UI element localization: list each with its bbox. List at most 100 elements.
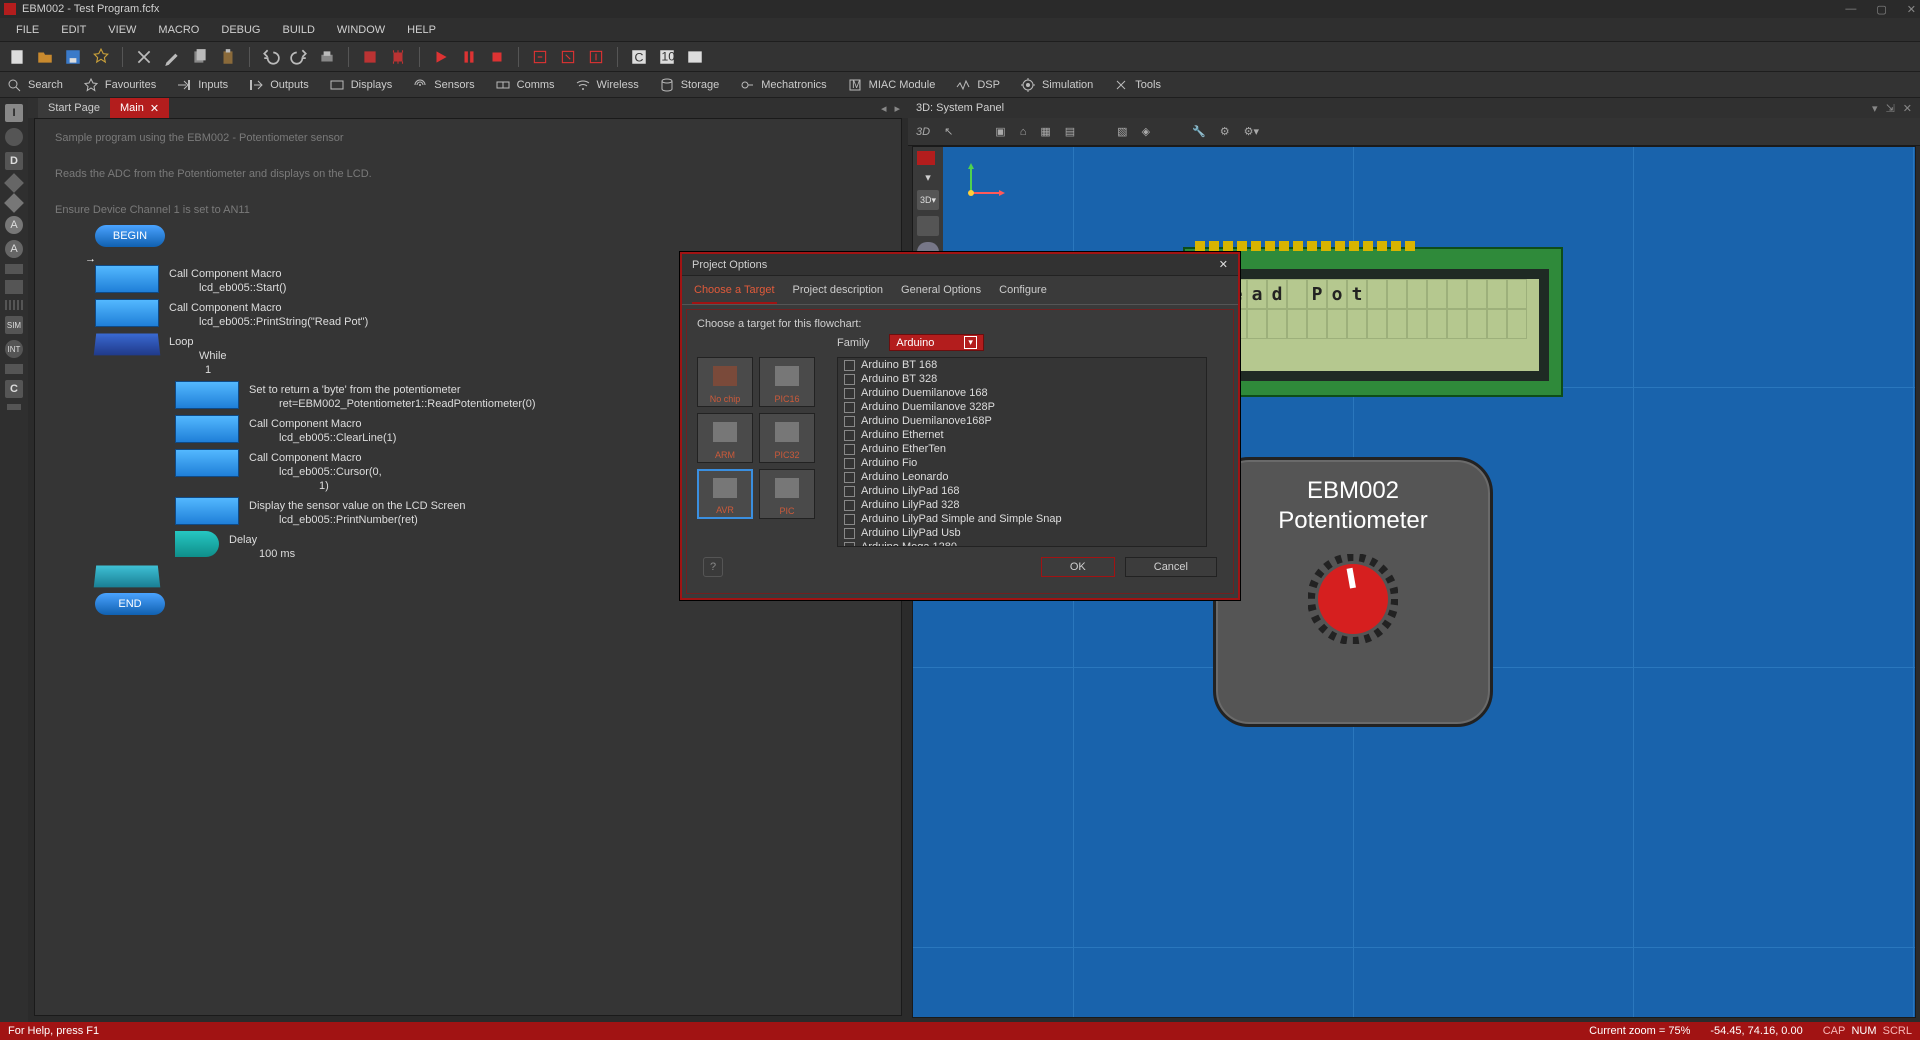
close-button[interactable]: ✕ — [1907, 3, 1916, 16]
compile-chip-button[interactable] — [387, 46, 409, 68]
dialog-close-icon[interactable]: ✕ — [1219, 258, 1228, 271]
chip-arm[interactable]: ARM — [697, 413, 753, 463]
tab-next-icon[interactable]: ▸ — [894, 102, 900, 115]
comp-storage[interactable]: Storage — [659, 77, 720, 93]
step-into-button[interactable] — [529, 46, 551, 68]
comp-dsp[interactable]: DSP — [955, 77, 1000, 93]
board-item[interactable]: Arduino Fio — [838, 456, 1206, 470]
scene-layer-icon[interactable]: ▧ — [1117, 125, 1127, 138]
dlg-tab-target[interactable]: Choose a Target — [692, 282, 777, 304]
minimize-button[interactable]: — — [1845, 3, 1856, 16]
checkbox-icon[interactable] — [844, 486, 855, 497]
save-button[interactable] — [62, 46, 84, 68]
comp-wireless[interactable]: Wireless — [575, 77, 639, 93]
rail-comment-icon[interactable] — [7, 404, 21, 410]
dialog-help-button[interactable]: ? — [703, 557, 723, 577]
comp-tools[interactable]: Tools — [1113, 77, 1161, 93]
board-item[interactable]: Arduino Duemilanove 168 — [838, 386, 1206, 400]
chip-nochip[interactable]: No chip — [697, 357, 753, 407]
dlg-tab-desc[interactable]: Project description — [791, 282, 886, 304]
menu-debug[interactable]: DEBUG — [211, 21, 270, 39]
lcd-component[interactable]: ReadPot — [1183, 247, 1563, 397]
rail-int-icon[interactable]: INT — [5, 340, 23, 358]
scene-3d-mode[interactable]: 3D▾ — [917, 190, 939, 210]
checkbox-icon[interactable] — [844, 542, 855, 548]
checkbox-icon[interactable] — [844, 402, 855, 413]
color-swatch[interactable] — [917, 151, 935, 165]
dlg-tab-general[interactable]: General Options — [899, 282, 983, 304]
board-item[interactable]: Arduino BT 328 — [838, 372, 1206, 386]
new-button[interactable] — [6, 46, 28, 68]
comp-sensors[interactable]: Sensors — [412, 77, 474, 93]
rail-trap-icon[interactable] — [5, 264, 23, 274]
flow-begin[interactable]: BEGIN — [95, 225, 165, 247]
potentiometer-component[interactable]: EBM002 Potentiometer — [1213, 457, 1493, 727]
tab-main[interactable]: Main✕ — [110, 98, 169, 118]
window-icon[interactable] — [684, 46, 706, 68]
comp-simulation[interactable]: Simulation — [1020, 77, 1093, 93]
board-item[interactable]: Arduino Leonardo — [838, 470, 1206, 484]
rail-circle-icon[interactable]: A — [5, 216, 23, 234]
stop-button[interactable] — [486, 46, 508, 68]
checkbox-icon[interactable] — [844, 444, 855, 455]
print-button[interactable] — [316, 46, 338, 68]
checkbox-icon[interactable] — [844, 360, 855, 371]
maximize-button[interactable]: ▢ — [1876, 3, 1886, 16]
board-item[interactable]: Arduino LilyPad 168 — [838, 484, 1206, 498]
scene-pointer-icon[interactable]: ↖ — [944, 125, 953, 138]
scene-wrench-icon[interactable]: 🔧 — [1192, 125, 1206, 138]
chip-avr[interactable]: AVR — [697, 469, 753, 519]
scene-group1-icon[interactable]: ▣ — [995, 125, 1005, 138]
rail-bars-icon[interactable] — [5, 300, 23, 310]
scene-snap-icon[interactable]: ▦ — [1040, 125, 1050, 138]
open-button[interactable] — [34, 46, 56, 68]
board-item[interactable]: Arduino Duemilanove168P — [838, 414, 1206, 428]
flow-end[interactable]: END — [95, 593, 165, 615]
tab-start[interactable]: Start Page — [38, 98, 110, 118]
comp-mechatronics[interactable]: Mechatronics — [739, 77, 826, 93]
board-item[interactable]: Arduino LilyPad Usb — [838, 526, 1206, 540]
scene-3d-label[interactable]: 3D — [916, 126, 930, 138]
panel-pin-icon[interactable]: ⇲ — [1886, 102, 1895, 115]
rail-c-icon[interactable]: C — [5, 380, 23, 398]
scene-cube-icon[interactable]: ◈ — [1142, 125, 1150, 138]
tab-prev-icon[interactable]: ◂ — [881, 102, 887, 115]
board-item[interactable]: Arduino Ethernet — [838, 428, 1206, 442]
chip-pic16[interactable]: PIC16 — [759, 357, 815, 407]
board-item[interactable]: Arduino LilyPad Simple and Simple Snap — [838, 512, 1206, 526]
pause-button[interactable] — [458, 46, 480, 68]
board-item[interactable]: Arduino Duemilanove 328P — [838, 400, 1206, 414]
comp-favourites[interactable]: Favourites — [83, 77, 156, 93]
checkbox-icon[interactable] — [844, 514, 855, 525]
comp-search[interactable]: Search — [6, 77, 63, 93]
comp-comms[interactable]: Comms — [495, 77, 555, 93]
rail-d-icon[interactable]: D — [5, 152, 23, 170]
scene-gear2-icon[interactable]: ⚙▾ — [1244, 125, 1259, 138]
rail-shape2-icon[interactable] — [5, 364, 23, 374]
copy-button[interactable] — [189, 46, 211, 68]
scene-rec-icon[interactable]: ▤ — [1065, 125, 1075, 138]
checkbox-icon[interactable] — [844, 528, 855, 539]
menu-edit[interactable]: EDIT — [51, 21, 96, 39]
menu-help[interactable]: HELP — [397, 21, 446, 39]
paste-button[interactable] — [217, 46, 239, 68]
step-out-button[interactable] — [585, 46, 607, 68]
checkbox-icon[interactable] — [844, 472, 855, 483]
binary-button[interactable]: 10 — [656, 46, 678, 68]
rail-decision-icon[interactable] — [4, 173, 24, 193]
favourite-button[interactable] — [90, 46, 112, 68]
undo-button[interactable] — [260, 46, 282, 68]
redo-button[interactable] — [288, 46, 310, 68]
build-button[interactable] — [359, 46, 381, 68]
boards-list[interactable]: Arduino BT 168Arduino BT 328Arduino Duem… — [837, 357, 1207, 547]
menu-view[interactable]: VIEW — [98, 21, 146, 39]
menu-macro[interactable]: MACRO — [148, 21, 209, 39]
tab-close-icon[interactable]: ✕ — [150, 102, 159, 115]
rail-rect-icon[interactable] — [5, 280, 23, 294]
scene-palette-btn1[interactable] — [917, 216, 939, 236]
checkbox-icon[interactable] — [844, 458, 855, 469]
checkbox-icon[interactable] — [844, 416, 855, 427]
ok-button[interactable]: OK — [1041, 557, 1115, 577]
board-item[interactable]: Arduino LilyPad 328 — [838, 498, 1206, 512]
checkbox-icon[interactable] — [844, 500, 855, 511]
